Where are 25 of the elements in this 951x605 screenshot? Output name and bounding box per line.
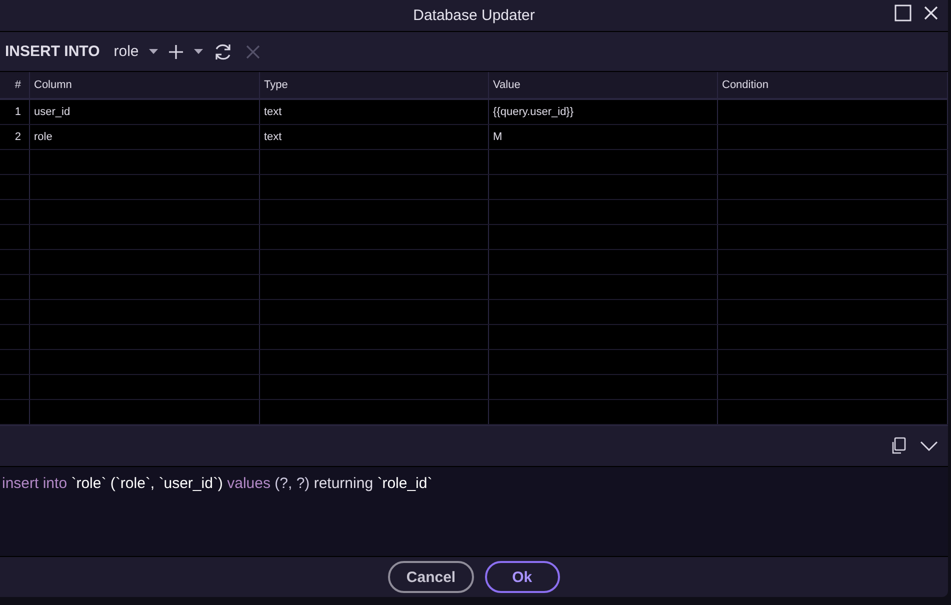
- column-header[interactable]: Type: [260, 72, 489, 98]
- column-header[interactable]: Column: [30, 72, 260, 98]
- table-cell: user_id: [30, 100, 260, 124]
- table-dropdown[interactable]: role: [108, 41, 141, 62]
- column-header[interactable]: Condition: [718, 72, 948, 98]
- row-number: 1: [0, 100, 30, 124]
- maximize-icon[interactable]: [894, 4, 912, 22]
- caret-icon[interactable]: [148, 48, 158, 54]
- column-header[interactable]: #: [0, 72, 30, 98]
- cancel-button[interactable]: Cancel: [388, 561, 474, 593]
- statement-label: INSERT INTO: [5, 43, 100, 60]
- ok-button[interactable]: Ok: [484, 561, 560, 593]
- table-cell: text: [260, 100, 489, 124]
- table-cell: {{query.user_id}}: [489, 100, 718, 124]
- table-cell: M: [489, 125, 718, 149]
- window-title: Database Updater: [413, 7, 535, 24]
- sql-query: insert into `role` (`role`, `user_id`) values (?, ?) returning `role_id`: [2, 475, 432, 492]
- row-number: 2: [0, 125, 30, 149]
- table-cell: text: [260, 125, 489, 149]
- chevron-down-icon[interactable]: [920, 441, 938, 451]
- column-header[interactable]: Value: [489, 72, 718, 98]
- copy-icon[interactable]: [890, 437, 906, 455]
- table-cell: role: [30, 125, 260, 149]
- close-icon[interactable]: [922, 4, 940, 22]
- caret-icon[interactable]: [194, 48, 203, 54]
